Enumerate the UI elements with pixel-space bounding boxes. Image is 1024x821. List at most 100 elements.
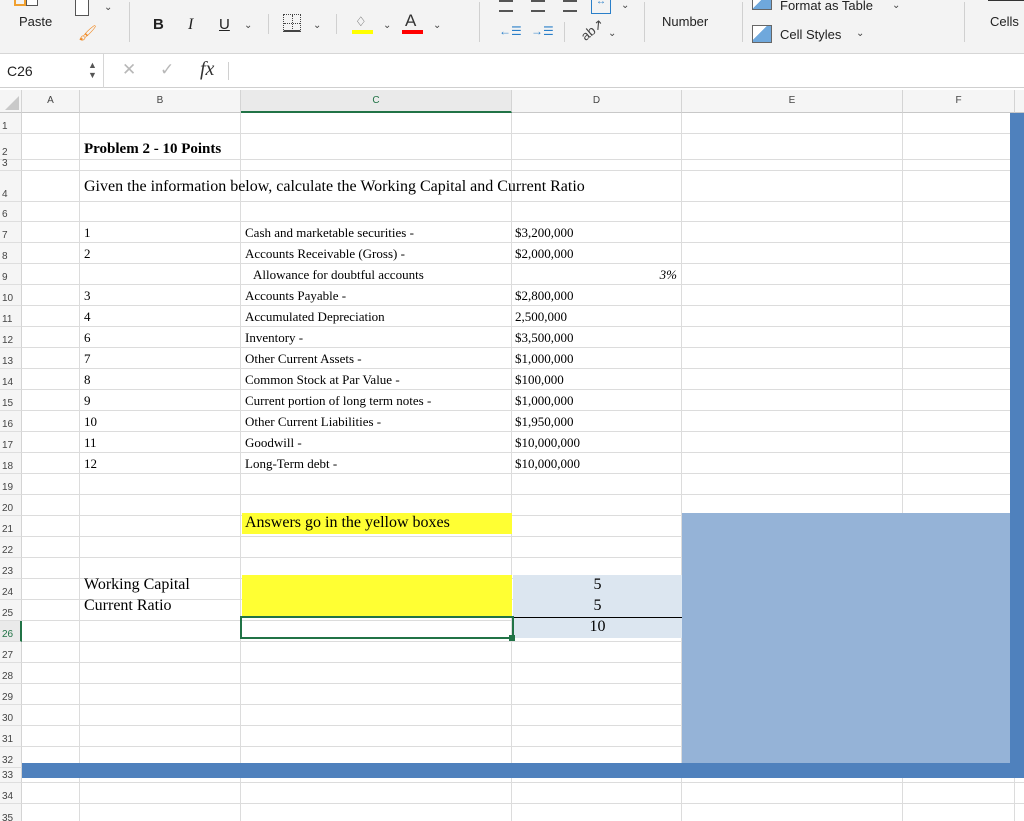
align-left-icon[interactable] <box>499 0 513 12</box>
clipboard-icon[interactable] <box>14 0 40 8</box>
format-painter-icon[interactable]: 🖌 <box>78 24 97 42</box>
row-header-34[interactable]: 34 <box>0 783 22 804</box>
row-header-32[interactable]: 32 <box>0 747 22 768</box>
insert-function-button[interactable]: fx <box>200 58 214 81</box>
row-header-18[interactable]: 18 <box>0 453 22 474</box>
active-cell-selection[interactable] <box>240 616 514 639</box>
column-header-f[interactable]: F <box>903 90 1015 113</box>
row-header-35[interactable]: 35 <box>0 804 22 821</box>
row-header-16[interactable]: 16 <box>0 411 22 432</box>
divider <box>129 2 130 42</box>
row-header-13[interactable]: 13 <box>0 348 22 369</box>
divider <box>479 2 480 42</box>
enter-icon[interactable]: ✓ <box>160 60 174 80</box>
text-orientation-icon[interactable]: ab↗ <box>578 16 608 45</box>
row-header-33[interactable]: 33 <box>0 768 22 783</box>
column-gridline <box>511 113 512 821</box>
row-header-25[interactable]: 25 <box>0 600 22 621</box>
row-header-17[interactable]: 17 <box>0 432 22 453</box>
format-as-table-button[interactable]: Format as Table <box>780 0 873 13</box>
orientation-dropdown-chevron-icon[interactable]: ⌄ <box>608 28 616 39</box>
cancel-icon[interactable]: ✕ <box>122 60 136 80</box>
column-header-b[interactable]: B <box>80 90 241 113</box>
item-number: 3 <box>84 288 91 303</box>
divider <box>644 2 645 42</box>
borders-icon[interactable] <box>283 14 301 32</box>
align-right-icon[interactable] <box>563 0 577 12</box>
fill-handle[interactable] <box>509 635 515 641</box>
column-header-a[interactable]: A <box>22 90 80 113</box>
row-header-29[interactable]: 29 <box>0 684 22 705</box>
row-gridline <box>22 782 1024 783</box>
spreadsheet-grid: ABCDEFG 12346789101112131415161718192021… <box>0 88 1024 821</box>
item-label: Other Current Assets - <box>245 351 362 366</box>
underline-button[interactable]: U <box>219 16 230 33</box>
italic-button[interactable]: I <box>188 16 193 34</box>
row-header-4[interactable]: 4 <box>0 171 22 202</box>
current-ratio-label: Current Ratio <box>84 597 172 614</box>
row-header-15[interactable]: 15 <box>0 390 22 411</box>
format-as-table-icon[interactable] <box>752 0 772 10</box>
item-number: 6 <box>84 330 91 345</box>
row-header-3[interactable]: 3 <box>0 158 22 171</box>
row-header-12[interactable]: 12 <box>0 327 22 348</box>
format-as-table-chevron-icon[interactable]: ⌄ <box>892 0 900 11</box>
cell-styles-button[interactable]: Cell Styles <box>780 27 841 42</box>
selection-border-bottom <box>22 763 1024 778</box>
row-header-28[interactable]: 28 <box>0 663 22 684</box>
wrap-text-icon[interactable]: ↔ <box>591 0 611 14</box>
column-header-g[interactable]: G <box>1015 90 1024 113</box>
row-header-30[interactable]: 30 <box>0 705 22 726</box>
row-header-1[interactable]: 1 <box>0 113 22 134</box>
decrease-indent-icon[interactable]: ←☰ <box>499 24 522 38</box>
row-header-19[interactable]: 19 <box>0 474 22 495</box>
font-color-dropdown-chevron-icon[interactable]: ⌄ <box>433 20 441 31</box>
bold-button[interactable]: B <box>153 16 164 33</box>
row-header-26[interactable]: 26 <box>0 621 22 642</box>
increase-indent-icon[interactable]: →☰ <box>531 24 554 38</box>
item-number: 10 <box>84 414 97 429</box>
row-header-31[interactable]: 31 <box>0 726 22 747</box>
column-header-d[interactable]: D <box>512 90 682 113</box>
row-header-24[interactable]: 24 <box>0 579 22 600</box>
borders-dropdown-chevron-icon[interactable]: ⌄ <box>313 20 321 31</box>
row-header-7[interactable]: 7 <box>0 222 22 243</box>
row-header-6[interactable]: 6 <box>0 202 22 222</box>
item-number: 11 <box>84 435 97 450</box>
select-all-button[interactable] <box>0 90 22 113</box>
row-header-11[interactable]: 11 <box>0 306 22 327</box>
working-capital-answer-box[interactable] <box>242 575 512 616</box>
font-color-icon[interactable]: A <box>402 11 424 34</box>
row-gridline <box>22 494 1024 495</box>
name-box[interactable]: C26 ▲ ▼ <box>0 54 104 88</box>
row-header-21[interactable]: 21 <box>0 516 22 537</box>
row-header-23[interactable]: 23 <box>0 558 22 579</box>
column-header-e[interactable]: E <box>682 90 903 113</box>
underline-dropdown-chevron-icon[interactable]: ⌄ <box>244 20 252 31</box>
fill-dropdown-chevron-icon[interactable]: ⌄ <box>383 20 391 31</box>
row-header-10[interactable]: 10 <box>0 285 22 306</box>
item-value: $2,000,000 <box>515 246 574 261</box>
item-number: 9 <box>84 393 91 408</box>
row-header-14[interactable]: 14 <box>0 369 22 390</box>
wrap-dropdown-chevron-icon[interactable]: ⌄ <box>621 0 629 11</box>
formula-input[interactable] <box>236 54 1016 88</box>
number-format-button[interactable]: Number <box>662 14 708 29</box>
copy-icon[interactable] <box>75 0 89 16</box>
row-header-27[interactable]: 27 <box>0 642 22 663</box>
row-header-9[interactable]: 9 <box>0 264 22 285</box>
name-box-spinner-icon[interactable]: ▲ ▼ <box>88 60 97 80</box>
row-header-20[interactable]: 20 <box>0 495 22 516</box>
cells-button[interactable]: Cells <box>990 14 1019 29</box>
cell-styles-chevron-icon[interactable]: ⌄ <box>856 28 864 39</box>
cell-styles-icon[interactable] <box>752 25 772 43</box>
paste-button[interactable]: Paste <box>19 14 52 29</box>
cells-icon[interactable] <box>988 0 1024 1</box>
align-center-icon[interactable] <box>531 0 545 12</box>
row-header-2[interactable]: 2 <box>0 134 22 160</box>
row-header-8[interactable]: 8 <box>0 243 22 264</box>
copy-dropdown-chevron-icon[interactable]: ⌄ <box>104 2 112 13</box>
row-header-22[interactable]: 22 <box>0 537 22 558</box>
fill-color-icon[interactable]: ♢ <box>352 14 374 34</box>
column-header-c[interactable]: C <box>241 90 512 113</box>
